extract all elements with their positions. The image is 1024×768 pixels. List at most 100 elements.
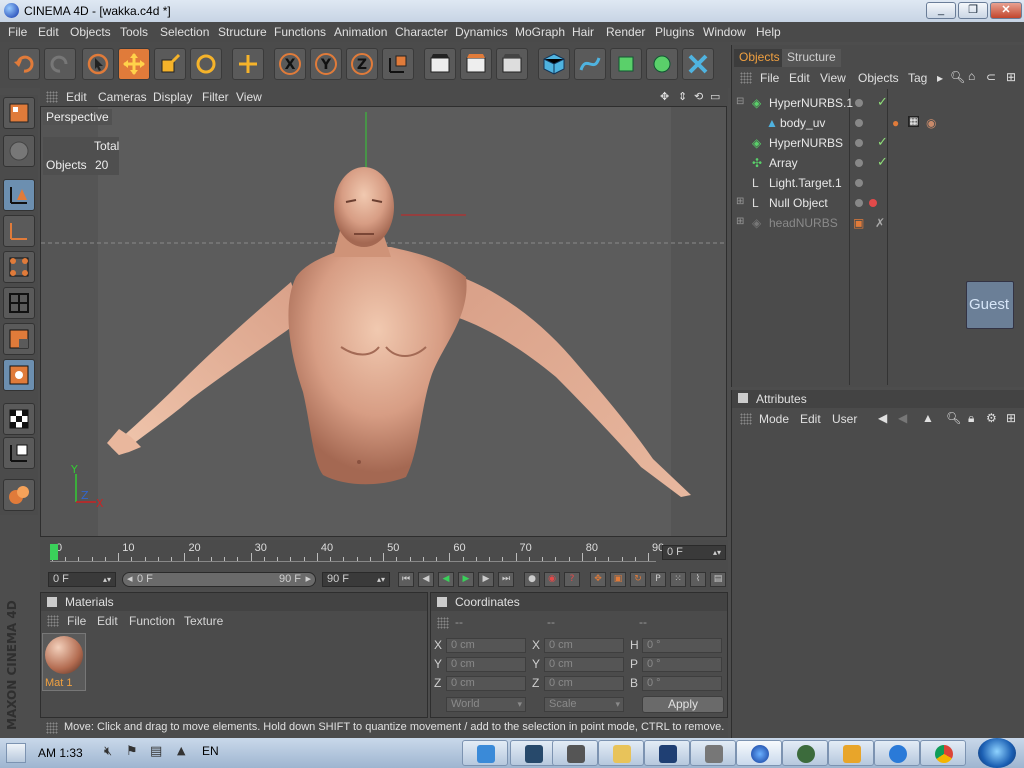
size-y-field[interactable]: 0 cm [544,657,624,672]
objects-menu-objects[interactable]: Objects [858,71,899,85]
attributes-search-icon[interactable]: 🔍︎ [946,411,961,425]
render-view-button[interactable] [424,48,456,80]
size-x-field[interactable]: 0 cm [544,638,624,653]
viewport-menu-filter[interactable]: Filter [202,90,229,104]
taskbar-item-uv-tool[interactable] [552,740,598,766]
materials-menu-file[interactable]: File [67,614,86,628]
play-backward-icon[interactable]: ◀ [438,572,454,587]
current-frame-field[interactable]: 0 F ▴▾ [662,545,726,560]
parameter-key-icon[interactable]: P [650,572,666,587]
cube-primitive-button[interactable] [538,48,570,80]
object-name[interactable]: HyperNURBS.1 [769,96,853,110]
object-row[interactable]: ✣ Array ✓ [732,153,1024,173]
maximize-button[interactable]: ❐ [958,2,988,19]
render-visibility-dot-icon[interactable] [869,199,877,207]
viewport-toggle-icon[interactable]: ▭ [710,90,720,103]
tree-collapse-icon[interactable]: ⊟ [736,96,744,107]
objects-new-window-icon[interactable]: ⊞ [1006,70,1016,84]
panel-menu-icon[interactable] [437,597,447,607]
up-arrow-icon[interactable]: ▲ [922,411,934,425]
menu-animation[interactable]: Animation [334,25,387,39]
viewport-menu-cameras[interactable]: Cameras [98,90,147,104]
viewport-pan-icon[interactable]: ✥ [660,90,669,103]
layer-icon[interactable]: ▣ [853,216,864,230]
position-key-icon[interactable]: ✥ [590,572,606,587]
perspective-viewport[interactable]: Y Z X Perspective Total Objects 20 [40,106,727,537]
undo-button[interactable] [8,48,40,80]
objects-link-icon[interactable]: ⊂ [986,70,996,84]
live-selection-button[interactable] [82,48,114,80]
panel-menu-icon[interactable] [47,597,57,607]
record-keys-icon[interactable]: ● [524,572,540,587]
back-arrow-icon[interactable]: ◀ [878,411,887,425]
taskbar-item-explorer[interactable] [598,740,644,766]
use-model-tool-button[interactable] [3,97,35,129]
taskbar-item-media-player[interactable] [828,740,874,766]
viewport-menu-display[interactable]: Display [153,90,192,104]
use-edge-tool-button[interactable] [3,287,35,319]
z-axis-lock-button[interactable]: Z [346,48,378,80]
minimize-button[interactable]: _ [926,2,956,19]
scale-key-icon[interactable]: ▣ [610,572,626,587]
deformer-button[interactable] [682,48,714,80]
use-object-tool-button[interactable] [3,135,35,167]
taskbar-item-gimp[interactable] [782,740,828,766]
menu-selection[interactable]: Selection [160,25,209,39]
timeline-track[interactable]: 0 10 20 30 40 50 60 70 80 90 [50,542,664,562]
next-key-icon[interactable]: ▶ [478,572,494,587]
object-row[interactable]: ◈ HyperNURBS ✓ [732,133,1024,153]
redo-button[interactable] [44,48,76,80]
use-texture-tool-button[interactable] [3,215,35,247]
disabled-cross-icon[interactable]: ✗ [875,216,885,230]
last-tool-button[interactable] [232,48,264,80]
spin-arrows-icon[interactable]: ▴▾ [713,546,721,559]
volume-icon[interactable]: 🔇︎ [104,744,112,759]
menu-plugins[interactable]: Plugins [655,25,694,39]
tweak-mode-button[interactable] [3,437,35,469]
menu-window[interactable]: Window [703,25,746,39]
object-name[interactable]: body_uv [780,116,825,130]
position-x-field[interactable]: 0 cm [446,638,526,653]
spline-button[interactable] [574,48,606,80]
y-axis-lock-button[interactable]: Y [310,48,342,80]
modeling-objects-button[interactable] [646,48,678,80]
tree-expand-icon[interactable]: ⊞ [736,216,744,227]
lock-icon[interactable]: 🔒︎ [968,411,974,426]
objects-home-icon[interactable]: ⌂ [968,69,975,83]
objects-search-icon[interactable]: 🔍︎ [950,70,965,84]
action-center-icon[interactable]: ⚑ [126,744,138,759]
clock[interactable]: AM 1:33 [38,746,83,760]
material-tag-icon[interactable]: ◉ [926,116,936,130]
phong-tag-icon[interactable]: ● [892,116,899,130]
coordinate-space-select[interactable]: World ▾ [446,697,526,712]
viewport-menu-view[interactable]: View [236,90,262,104]
objects-menu-edit[interactable]: Edit [789,71,810,85]
viewport-rotate-icon[interactable]: ⟲ [694,90,703,103]
play-forward-icon[interactable]: ▶ [458,572,474,587]
menu-mograph[interactable]: MoGraph [515,25,565,39]
visibility-dot-icon[interactable] [855,199,863,207]
rotation-b-field[interactable]: 0 ° [642,676,722,691]
spin-arrows-icon[interactable]: ▴▾ [377,573,385,586]
start-button[interactable] [978,738,1016,768]
render-settings-button[interactable] [496,48,528,80]
scale-tool-button[interactable] [154,48,186,80]
tree-expand-icon[interactable]: ⊞ [736,196,744,207]
object-row[interactable]: ⊞ L Null Object [732,193,1024,213]
taskbar-item-messenger[interactable] [462,740,508,766]
objects-menu-view[interactable]: View [820,71,846,85]
attributes-menu-mode[interactable]: Mode [759,412,789,426]
timeline-playhead[interactable] [50,544,58,560]
use-model-selection-button[interactable] [3,359,35,391]
rotate-tool-button[interactable] [190,48,222,80]
tab-structure[interactable]: Structure [782,49,841,67]
enabled-check-icon[interactable]: ✓ [877,154,888,170]
autokeying-icon[interactable]: ◉ [544,572,560,587]
use-polygon-tool-button[interactable] [3,323,35,355]
enable-axis-button[interactable] [3,403,35,435]
taskbar-item-internet-explorer[interactable] [874,740,920,766]
go-to-start-icon[interactable]: ⏮ [398,572,414,587]
visibility-dot-icon[interactable] [855,159,863,167]
visibility-dot-icon[interactable] [855,179,863,187]
materials-menu-function[interactable]: Function [129,614,175,628]
